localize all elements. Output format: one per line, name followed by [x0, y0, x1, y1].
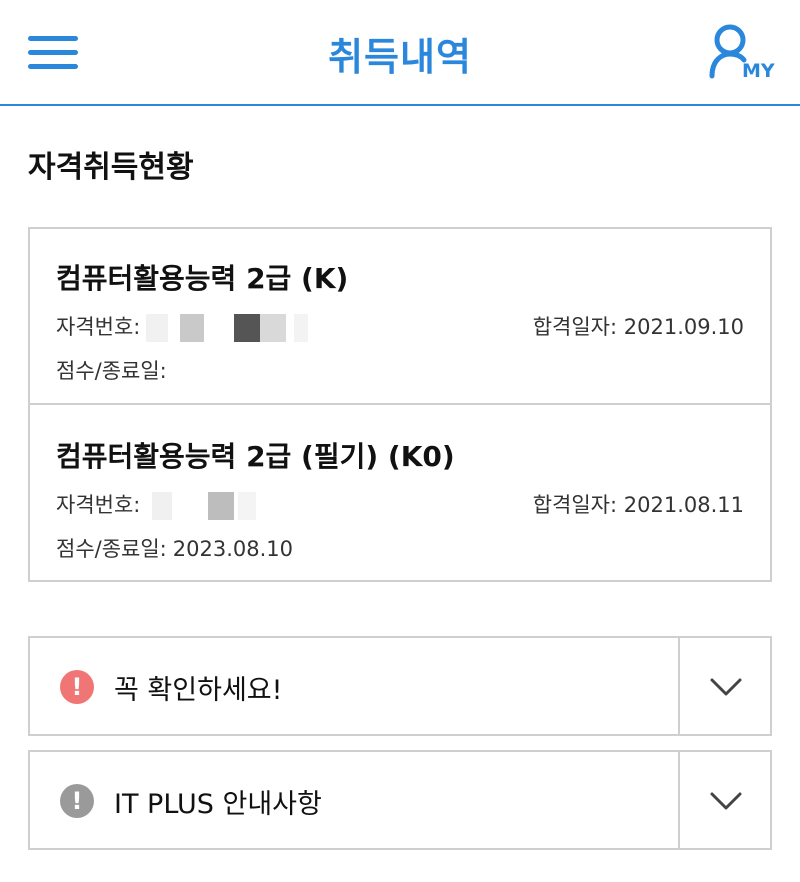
certificate-number-row: 자격번호: [56, 311, 316, 342]
pass-date: 합격일자: 2021.09.10 [533, 311, 744, 341]
page-title: 취득내역 [328, 35, 472, 79]
certificate-number-row: 자격번호: [56, 489, 316, 520]
pass-date-label: 합격일자: [532, 493, 618, 517]
certificate-item[interactable]: 컴퓨터활용능력 2급 (필기) (K0) 자격번호: 합격일자: 2021.08… [30, 407, 770, 583]
certificate-name: 컴퓨터활용능력 2급 (필기) (K0) [56, 440, 455, 473]
score-end-date-label: 점수/종료일: [56, 537, 167, 561]
certificate-number-label: 자격번호: [56, 315, 141, 339]
itplus-info-accordion[interactable]: ! IT PLUS 안내사항 [28, 750, 772, 850]
exclamation-circle-icon: ! [60, 670, 94, 704]
pass-date: 합격일자: 2021.08.11 [533, 489, 744, 519]
redacted-number [146, 314, 316, 342]
certificate-number-label: 자격번호: [56, 493, 141, 517]
chevron-down-icon[interactable] [706, 672, 746, 702]
certificate-name: 컴퓨터활용능력 2급 (K) [56, 262, 349, 295]
notice-accordion[interactable]: ! 꼭 확인하세요! [28, 636, 772, 736]
pass-date-value: 2021.09.10 [623, 315, 744, 339]
certificate-item[interactable]: 컴퓨터활용능력 2급 (K) 자격번호: 합격일자: 2021.09.10 점수… [30, 229, 770, 405]
my-label: MY [742, 60, 775, 82]
accordion-divider [678, 752, 680, 848]
pass-date-value: 2021.08.11 [623, 493, 744, 517]
certificate-list: 컴퓨터활용능력 2급 (K) 자격번호: 합격일자: 2021.09.10 점수… [28, 227, 772, 582]
pass-date-label: 합격일자: [532, 315, 618, 339]
redacted-number [146, 492, 316, 520]
section-title: 자격취득현황 [28, 150, 194, 185]
my-page-button[interactable]: MY [708, 22, 780, 88]
app-header: 취득내역 MY [0, 0, 800, 106]
score-end-date-row: 점수/종료일: 2023.08.10 [56, 533, 293, 563]
exclamation-circle-icon: ! [60, 784, 94, 818]
chevron-down-icon[interactable] [706, 786, 746, 816]
score-end-date-value: 2023.08.10 [172, 537, 293, 561]
accordion-divider [678, 638, 680, 734]
accordion-label: 꼭 확인하세요! [114, 675, 283, 706]
accordion-label: IT PLUS 안내사항 [114, 789, 322, 820]
score-end-date-label: 점수/종료일: [56, 359, 167, 383]
score-end-date-row: 점수/종료일: [56, 355, 173, 385]
